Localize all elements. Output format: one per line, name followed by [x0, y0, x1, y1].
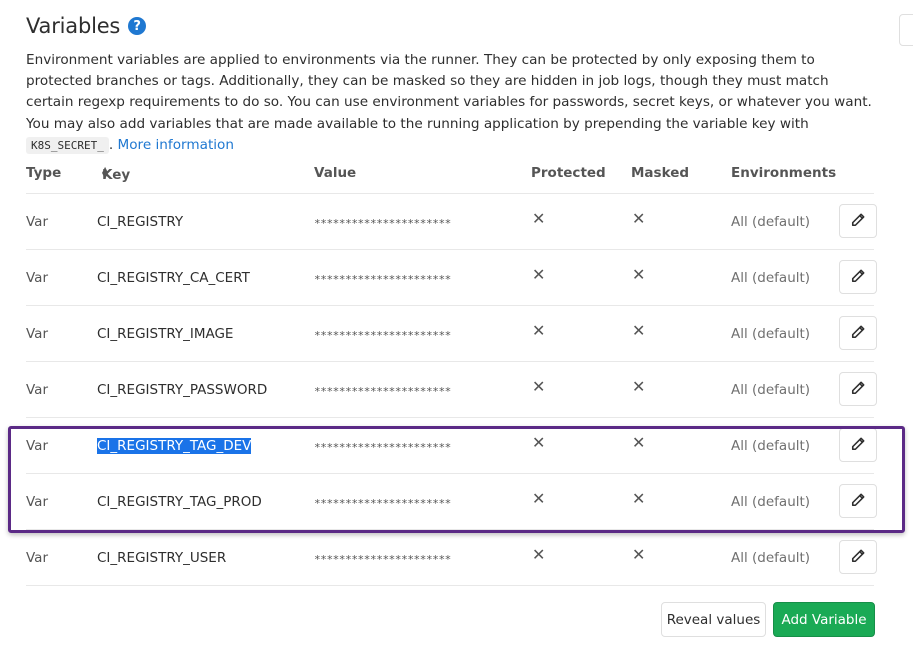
variable-type: Var	[26, 382, 49, 398]
section-description: Environment variables are applied to env…	[26, 50, 876, 156]
x-icon: ✕	[532, 377, 546, 396]
variable-key: CI_REGISTRY_IMAGE	[97, 326, 234, 342]
variable-key: CI_REGISTRY_TAG_PROD	[97, 494, 262, 510]
variable-value: **********************	[314, 273, 451, 286]
pencil-icon	[851, 213, 865, 230]
table-row: Var CI_REGISTRY_TAG_DEV ******************…	[26, 418, 877, 474]
edit-variable-button[interactable]	[839, 372, 877, 406]
k8s-secret-code: K8S_SECRET_	[26, 136, 109, 154]
x-icon: ✕	[632, 377, 646, 396]
variable-value: **********************	[314, 441, 451, 454]
pencil-icon	[851, 493, 865, 510]
variable-key: CI_REGISTRY	[97, 214, 184, 230]
collapse-button[interactable]	[899, 14, 913, 46]
header-value: Value	[314, 165, 357, 181]
edit-variable-button[interactable]	[839, 204, 877, 238]
variable-environment: All (default)	[731, 214, 811, 230]
variable-type: Var	[26, 550, 49, 566]
x-icon: ✕	[532, 433, 546, 452]
variable-environment: All (default)	[731, 270, 811, 286]
x-icon: ✕	[532, 321, 546, 340]
table-row: Var CI_REGISTRY_PASSWORD *****************…	[26, 362, 877, 418]
x-icon: ✕	[532, 545, 546, 564]
variable-type: Var	[26, 494, 49, 510]
pencil-icon	[851, 437, 865, 454]
reveal-values-button[interactable]: Reveal values	[661, 602, 766, 637]
table-row: Var CI_REGISTRY ********************** ✕ ✕ Al…	[26, 194, 877, 250]
table-row: Var CI_REGISTRY_USER *********************…	[26, 530, 877, 586]
variable-value: **********************	[314, 217, 451, 230]
variable-environment: All (default)	[731, 326, 811, 342]
edit-variable-button[interactable]	[839, 540, 877, 574]
question-circle-icon[interactable]: ?	[128, 17, 147, 35]
header-protected: Protected	[531, 165, 606, 181]
pencil-icon	[851, 269, 865, 286]
edit-variable-button[interactable]	[839, 484, 877, 518]
description-text-end: .	[108, 136, 118, 153]
x-icon: ✕	[632, 489, 646, 508]
table-row: Var CI_REGISTRY_CA_CERT ******************…	[26, 250, 877, 306]
variable-environment: All (default)	[731, 382, 811, 398]
variable-type: Var	[26, 438, 49, 454]
variable-environment: All (default)	[731, 438, 811, 454]
header-key-label: Key	[102, 167, 131, 183]
add-variable-button[interactable]: Add Variable	[773, 602, 875, 637]
x-icon: ✕	[632, 433, 646, 452]
pencil-icon	[851, 325, 865, 342]
x-icon: ✕	[632, 321, 646, 340]
variable-environment: All (default)	[731, 550, 811, 566]
edit-variable-button[interactable]	[839, 260, 877, 294]
variable-value: **********************	[314, 497, 451, 510]
table-row: Var CI_REGISTRY_TAG_PROD *****************…	[26, 474, 877, 530]
more-information-link[interactable]: More information	[118, 137, 234, 153]
variable-value: **********************	[314, 553, 451, 566]
variable-key: CI_REGISTRY_CA_CERT	[97, 270, 250, 286]
variable-type: Var	[26, 214, 49, 230]
table-row: Var CI_REGISTRY_IMAGE ********************…	[26, 306, 877, 362]
pencil-icon	[851, 549, 865, 566]
x-icon: ✕	[632, 265, 646, 284]
description-text: Environment variables are applied to env…	[26, 52, 872, 132]
variable-key: CI_REGISTRY_PASSWORD	[97, 382, 268, 398]
table-header: Type ▲ ▼ Key Value Protected Masked Enviro…	[26, 163, 874, 194]
variable-environment: All (default)	[731, 494, 811, 510]
variable-value: **********************	[314, 385, 451, 398]
header-environments: Environments	[731, 165, 837, 181]
x-icon: ✕	[632, 545, 646, 564]
x-icon: ✕	[532, 209, 546, 228]
header-masked: Masked	[631, 165, 690, 181]
variable-value: **********************	[314, 329, 451, 342]
x-icon: ✕	[632, 209, 646, 228]
edit-variable-button[interactable]	[839, 428, 877, 462]
x-icon: ✕	[532, 489, 546, 508]
edit-variable-button[interactable]	[839, 316, 877, 350]
variable-key: CI_REGISTRY_TAG_DEV	[97, 438, 252, 454]
x-icon: ✕	[532, 265, 546, 284]
page-title: Variables	[26, 14, 121, 38]
section-header: Variables ?	[26, 14, 147, 38]
variable-type: Var	[26, 326, 49, 342]
pencil-icon	[851, 381, 865, 398]
header-type: Type	[26, 165, 62, 181]
variable-type: Var	[26, 270, 49, 286]
variable-key: CI_REGISTRY_USER	[97, 550, 227, 566]
